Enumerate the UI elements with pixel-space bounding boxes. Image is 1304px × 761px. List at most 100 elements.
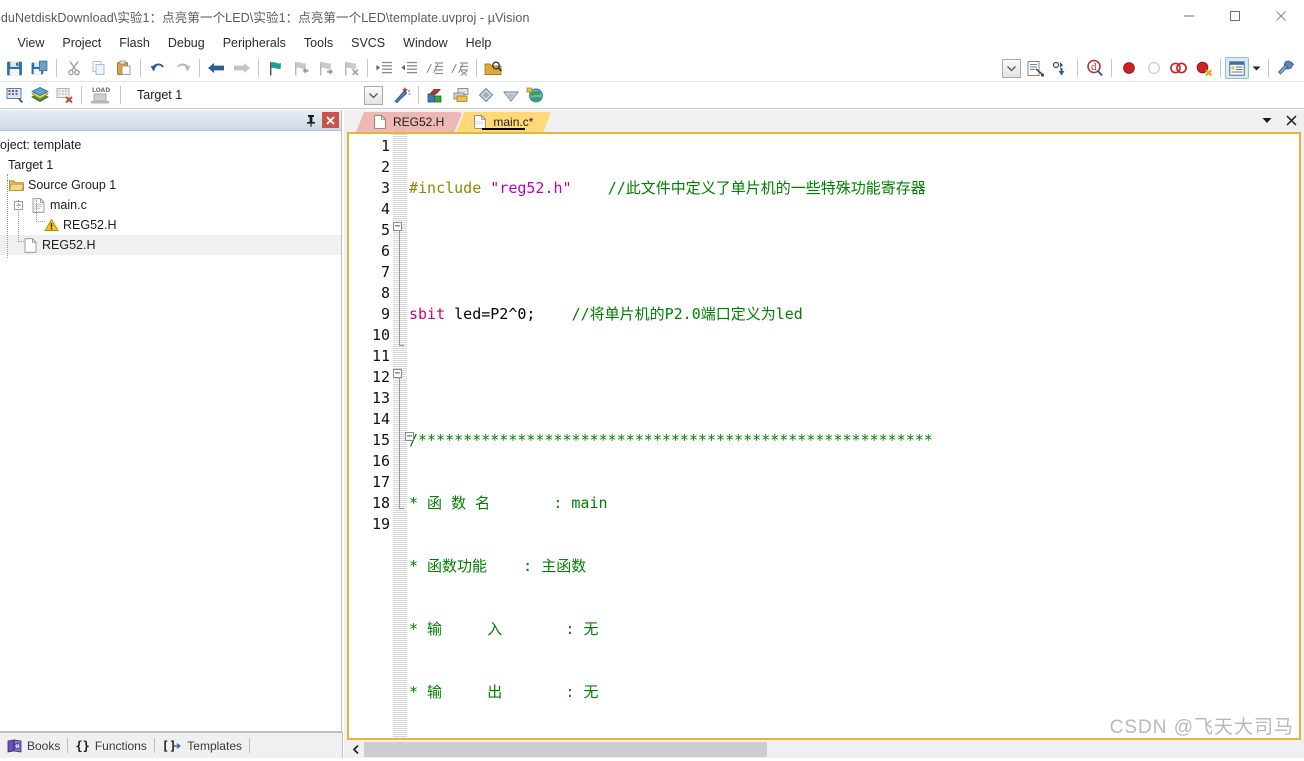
menu-window[interactable]: Window [394, 33, 456, 54]
tab-templates-label: Templates [187, 738, 242, 753]
line-number: 17 [371, 473, 390, 491]
utilities-icon[interactable] [1273, 56, 1298, 80]
window-list-dropdown-icon[interactable] [1260, 112, 1274, 128]
line-number: 12 [371, 368, 390, 386]
bookmark-clear-icon[interactable] [338, 56, 363, 80]
code-token: /***************************************… [409, 431, 933, 449]
disable-all-breakpoints-icon[interactable] [1166, 56, 1191, 80]
fold-box-main[interactable]: − [393, 369, 402, 379]
kill-all-breakpoints-icon[interactable] [1191, 56, 1216, 80]
copy-icon[interactable] [86, 56, 111, 80]
editor-tab-reg52h[interactable]: REG52.H [356, 112, 462, 132]
code-token: "reg52.h" [490, 179, 572, 197]
tree-item-reg52h-include[interactable]: REG52.H [0, 215, 341, 235]
cut-icon[interactable] [61, 56, 86, 80]
fold-box-comment[interactable]: − [393, 222, 402, 232]
rebuild-icon[interactable] [52, 83, 77, 107]
close-icon[interactable] [1258, 0, 1304, 32]
code-token: * 函 数 名 : main [409, 494, 608, 512]
menu-flash[interactable]: Flash [110, 33, 159, 54]
pack-installer-icon[interactable] [523, 83, 548, 107]
project-bottom-tabs: ? Books {} Functions [] Templates [0, 732, 343, 758]
enable-breakpoint-icon[interactable] [1141, 56, 1166, 80]
code-editor[interactable]: 1 2 3 4 5 6 7 8 9 10 11 12 13 14 15 16 1 [347, 132, 1301, 740]
toolbar-separator [1111, 59, 1112, 77]
save-all-icon[interactable] [27, 56, 52, 80]
project-window-icon[interactable] [1225, 57, 1249, 79]
comment-icon[interactable]: // [422, 56, 447, 80]
insert-breakpoint-icon[interactable] [1116, 56, 1141, 80]
tree-item-source-group[interactable]: Source Group 1 [0, 175, 341, 195]
navigate-forward-icon[interactable] [229, 56, 254, 80]
build-icon[interactable] [27, 83, 52, 107]
translate-icon[interactable] [2, 83, 27, 107]
navigate-back-icon[interactable] [204, 56, 229, 80]
scrollbar-thumb[interactable] [364, 742, 767, 757]
function-combo-icon[interactable] [998, 56, 1023, 80]
project-panel-close-icon[interactable] [322, 112, 339, 128]
menu-edit[interactable]: t [0, 33, 8, 54]
target-select[interactable]: Target 1 [129, 85, 257, 105]
bookmark-toggle-icon[interactable] [263, 56, 288, 80]
uncomment-icon[interactable]: // [447, 56, 472, 80]
batch-build-icon[interactable] [498, 83, 523, 107]
manage-components-icon[interactable] [448, 83, 473, 107]
menu-project[interactable]: Project [53, 33, 110, 54]
download-icon[interactable]: LOAD [86, 83, 116, 107]
undo-icon[interactable] [145, 56, 170, 80]
line-number: 8 [380, 284, 390, 302]
minimize-icon[interactable] [1166, 0, 1212, 32]
target-options-wizard-icon[interactable] [389, 83, 414, 107]
code-folding-margin[interactable]: − − − [393, 134, 414, 738]
menu-debug[interactable]: Debug [159, 33, 214, 54]
toolbar-separator [140, 59, 141, 77]
indent-increase-icon[interactable] [372, 56, 397, 80]
menu-peripherals[interactable]: Peripherals [214, 33, 295, 54]
tree-line [18, 241, 24, 242]
configure-icon[interactable] [1023, 56, 1048, 80]
editor-tab-mainc[interactable]: main.c* [456, 112, 551, 132]
tree-item-target[interactable]: Target 1 [0, 155, 341, 175]
menu-view[interactable]: View [8, 33, 53, 54]
code-token: //此文件中定义了单片机的一些特殊功能寄存器 [607, 179, 926, 197]
save-icon[interactable] [2, 56, 27, 80]
toolbar-separator [258, 59, 259, 77]
combo-arrow-box[interactable] [1002, 58, 1021, 78]
bookmark-next-icon[interactable] [313, 56, 338, 80]
tree-item-main-c[interactable]: − main.c [0, 195, 341, 215]
tab-books[interactable]: ? Books [0, 734, 67, 758]
dropdown-arrow-icon[interactable] [1249, 56, 1264, 80]
menu-tools[interactable]: Tools [295, 33, 342, 54]
find-icon[interactable]: d [1082, 56, 1107, 80]
target-dropdown-arrow-icon[interactable] [364, 85, 383, 105]
find-in-files-icon[interactable] [481, 56, 506, 80]
pin-icon[interactable] [302, 112, 319, 129]
menu-help[interactable]: Help [457, 33, 501, 54]
tab-functions[interactable]: {} Functions [68, 734, 153, 758]
line-number: 1 [380, 137, 390, 155]
file-icon [374, 115, 387, 130]
tree-item-project[interactable]: oject: template [0, 135, 341, 155]
indent-decrease-icon[interactable] [397, 56, 422, 80]
paste-icon[interactable] [111, 56, 136, 80]
editor-close-icon[interactable] [1284, 112, 1298, 128]
tree-item-reg52h[interactable]: REG52.H [0, 235, 341, 255]
fold-line [399, 378, 400, 508]
redo-icon[interactable] [170, 56, 195, 80]
maximize-icon[interactable] [1212, 0, 1258, 32]
menu-svcs[interactable]: SVCS [342, 33, 394, 54]
scroll-left-arrow-icon[interactable] [347, 742, 364, 757]
multi-project-icon[interactable] [473, 83, 498, 107]
code-text[interactable]: #include "reg52.h" //此文件中定义了单片机的一些特殊功能寄存… [407, 134, 1299, 738]
code-line-9: * 输 出 : 无 [409, 682, 1299, 703]
editor-horizontal-scrollbar[interactable] [347, 741, 1301, 758]
tab-templates[interactable]: [] Templates [155, 734, 249, 758]
bookmark-prev-icon[interactable] [288, 56, 313, 80]
project-panel-header [0, 110, 341, 131]
manage-project-items-icon[interactable] [423, 83, 448, 107]
find-next-icon[interactable] [1048, 56, 1073, 80]
tree-item-label: main.c [50, 198, 87, 212]
fold-box-while[interactable]: − [405, 432, 414, 442]
